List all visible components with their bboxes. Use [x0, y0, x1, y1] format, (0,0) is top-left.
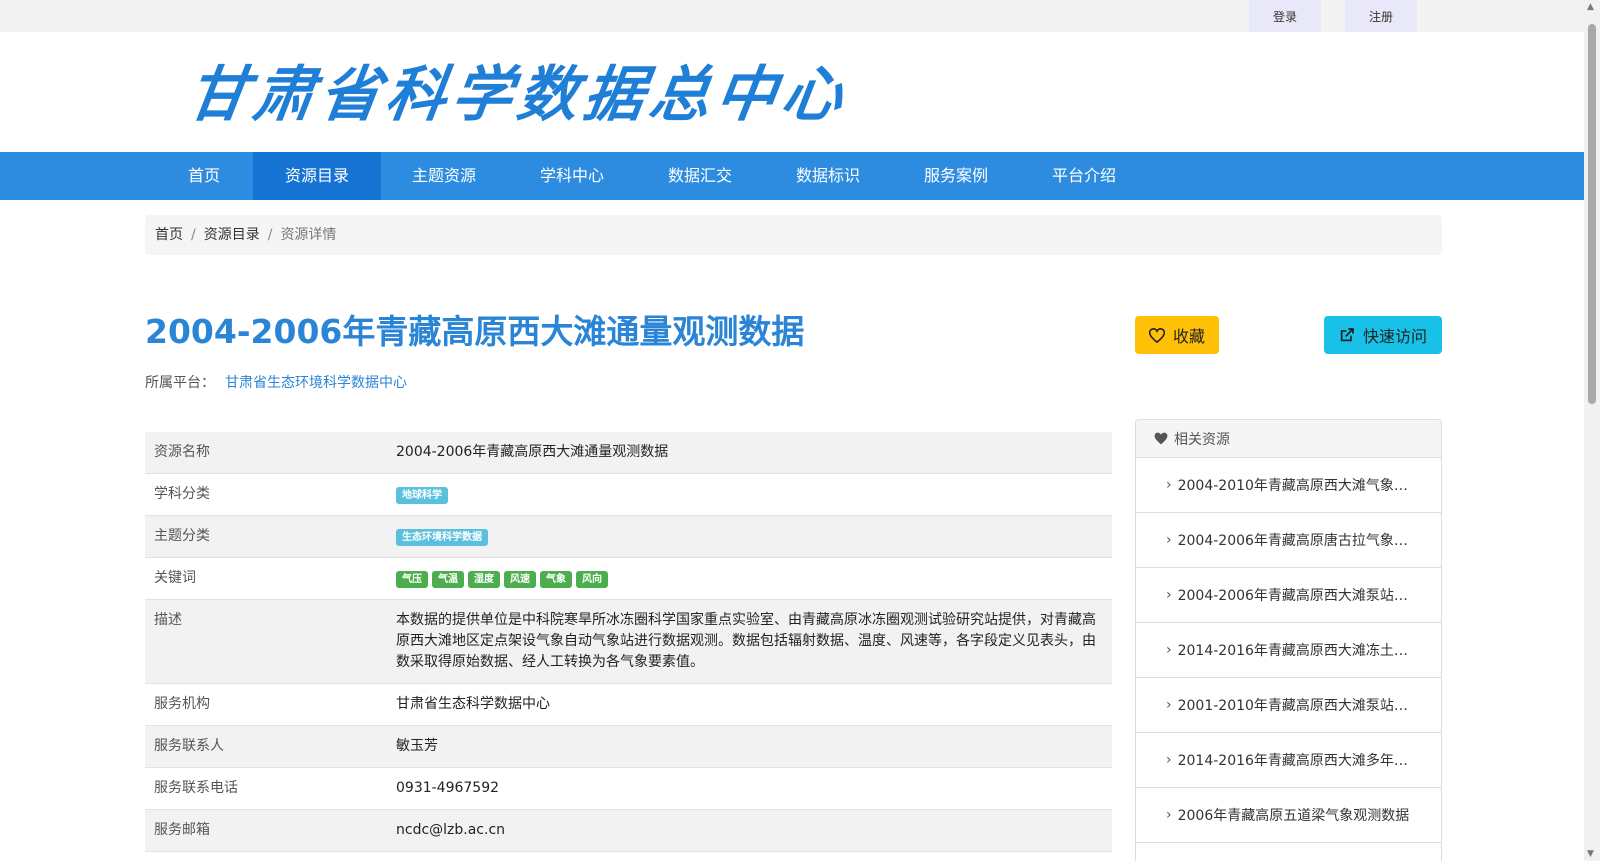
table-row: 服务邮箱 ncdc@lzb.ac.cn [145, 809, 1112, 852]
table-row: 资源名称 2004-2006年青藏高原西大滩通量观测数据 [145, 432, 1112, 474]
related-item[interactable]: › 2014-2016年青藏高原西大滩多年冻土数据 [1136, 733, 1441, 788]
phone-label: 服务联系电话 [145, 767, 387, 810]
related-item[interactable]: › 2004-2006年青藏高原西大滩泵站观测数据 [1136, 568, 1441, 623]
platform-line: 所属平台： 甘肃省生态环境科学数据中心 [145, 372, 407, 392]
favorite-label: 收藏 [1172, 327, 1205, 346]
nav-data-submission[interactable]: 数据汇交 [652, 152, 748, 200]
keyword-tag[interactable]: 气压 [396, 571, 428, 588]
breadcrumb-separator: / [267, 227, 273, 243]
table-row: 学科分类 地球科学 [145, 473, 1112, 516]
contact-label: 服务联系人 [145, 725, 387, 768]
nav-themes[interactable]: 主题资源 [396, 152, 492, 200]
related-item[interactable]: › 2014-2016年青藏高原西大滩冻土观测数据 [1136, 623, 1441, 678]
breadcrumb-separator: / [191, 227, 196, 243]
related-resources-panel: 相关资源 › 2004-2010年青藏高原西大滩气象观测数据 › 2004-2006… [1135, 419, 1442, 861]
org-label: 服务机构 [145, 683, 387, 726]
related-item[interactable]: › 2006年青藏高原五道梁气象观测数据 [1136, 788, 1441, 843]
desc-label: 描述 [145, 599, 387, 684]
scroll-thumb[interactable] [1588, 24, 1596, 404]
related-header: 相关资源 [1136, 420, 1441, 458]
name-label: 资源名称 [145, 432, 387, 474]
table-row: 描述 本数据的提供单位是中科院寒旱所冰冻圈科学国家重点实验室、由青藏高原冰冻圈观… [145, 599, 1112, 684]
heart-icon [1154, 432, 1168, 445]
related-item[interactable]: › 2004-2006年青藏高原唐古拉气象观测数据 [1136, 513, 1441, 568]
breadcrumb-home[interactable]: 首页 [155, 227, 183, 243]
quick-visit-button[interactable]: 快速访问 [1324, 316, 1442, 354]
contact-value: 敏玉芳 [387, 725, 1112, 768]
table-row: 关键词 气压 气温 湿度 风速 气象 风向 [145, 557, 1112, 600]
chevron-right-icon: › [1166, 642, 1172, 658]
chevron-right-icon: › [1166, 587, 1172, 603]
related-item-label: 2001-2010年青藏高原西大滩泵站观测数据 [1177, 698, 1418, 714]
register-button[interactable]: 注册 [1345, 0, 1417, 32]
chevron-right-icon: › [1166, 752, 1172, 768]
related-item-label: 2004-2006年青藏高原唐古拉气象观测数据 [1177, 533, 1418, 549]
table-row: 主题分类 生态环境科学数据 [145, 515, 1112, 558]
related-item[interactable]: › 2004-2010年青藏高原西大滩气象观测数据 [1136, 458, 1441, 513]
quick-visit-label: 快速访问 [1362, 327, 1427, 346]
resource-info-table: 资源名称 2004-2006年青藏高原西大滩通量观测数据 学科分类 地球科学 主… [145, 432, 1112, 852]
chevron-right-icon: › [1166, 697, 1172, 713]
site-header: 甘肃省科学数据总中心 [0, 32, 1600, 152]
related-item-label: 2006年青藏高原五道梁气象观测数据 [1177, 808, 1410, 824]
main-nav: 首页 资源目录 主题资源 学科中心 数据汇交 数据标识 服务案例 平台介绍 [0, 152, 1600, 200]
name-value: 2004-2006年青藏高原西大滩通量观测数据 [387, 432, 1112, 474]
email-label: 服务邮箱 [145, 809, 387, 852]
phone-value: 0931-4967592 [387, 767, 1112, 810]
desc-value: 本数据的提供单位是中科院寒旱所冰冻圈科学国家重点实验室、由青藏高原冰冻圈观测试验… [387, 599, 1112, 684]
related-item-label: 2004-2006年青藏高原西大滩泵站观测数据 [1177, 588, 1418, 604]
nav-service-cases[interactable]: 服务案例 [908, 152, 1004, 200]
scroll-down-arrow-icon[interactable]: ▼ [1587, 849, 1594, 859]
nav-about[interactable]: 平台介绍 [1036, 152, 1132, 200]
subject-label: 学科分类 [145, 473, 387, 516]
subject-tag[interactable]: 地球科学 [396, 487, 448, 504]
platform-link[interactable]: 甘肃省生态环境科学数据中心 [225, 375, 407, 391]
email-value: ncdc@lzb.ac.cn [387, 809, 1112, 852]
breadcrumb-current: 资源详情 [280, 227, 337, 243]
login-button[interactable]: 登录 [1249, 0, 1321, 32]
page-scrollbar[interactable]: ▲ ▼ [1584, 0, 1600, 861]
theme-tag[interactable]: 生态环境科学数据 [396, 529, 488, 546]
nav-home[interactable]: 首页 [172, 152, 236, 200]
nav-catalog[interactable]: 资源目录 [253, 152, 381, 200]
breadcrumb: 首页 / 资源目录 / 资源详情 [145, 215, 1442, 255]
external-link-icon [1340, 328, 1354, 342]
related-title: 相关资源 [1174, 431, 1230, 448]
table-row: 服务联系人 敏玉芳 [145, 725, 1112, 768]
related-item-label: 2014-2016年青藏高原西大滩多年冻土数据 [1177, 753, 1418, 769]
site-logo[interactable]: 甘肃省科学数据总中心 [183, 60, 853, 130]
breadcrumb-catalog[interactable]: 资源目录 [204, 227, 260, 243]
nav-data-identifier[interactable]: 数据标识 [780, 152, 876, 200]
keywords-label: 关键词 [145, 557, 387, 600]
table-row: 服务联系电话 0931-4967592 [145, 767, 1112, 810]
heart-outline-icon [1148, 327, 1165, 343]
chevron-right-icon: › [1166, 532, 1172, 548]
keyword-tag[interactable]: 湿度 [468, 571, 500, 588]
table-row: 服务机构 甘肃省生态科学数据中心 [145, 683, 1112, 726]
org-value: 甘肃省生态科学数据中心 [387, 683, 1112, 726]
chevron-right-icon: › [1166, 477, 1172, 493]
keyword-tag[interactable]: 风向 [576, 571, 608, 588]
favorite-button[interactable]: 收藏 [1135, 316, 1219, 354]
platform-label: 所属平台： [145, 375, 215, 391]
keyword-tag[interactable]: 气温 [432, 571, 464, 588]
related-item-label: 2004-2010年青藏高原西大滩气象观测数据 [1177, 478, 1418, 494]
scroll-up-arrow-icon[interactable]: ▲ [1587, 2, 1594, 12]
top-bar: 登录 注册 [0, 0, 1600, 32]
nav-disciplines[interactable]: 学科中心 [524, 152, 620, 200]
related-item[interactable]: › 2001-2010年青藏高原西大滩泵站观测数据 [1136, 678, 1441, 733]
keyword-tag[interactable]: 气象 [540, 571, 572, 588]
chevron-right-icon: › [1166, 807, 1172, 823]
page-title: 2004-2006年青藏高原西大滩通量观测数据 [145, 312, 805, 351]
related-item-label: 2014-2016年青藏高原西大滩冻土观测数据 [1177, 643, 1418, 659]
keyword-tag[interactable]: 风速 [504, 571, 536, 588]
theme-label: 主题分类 [145, 515, 387, 558]
